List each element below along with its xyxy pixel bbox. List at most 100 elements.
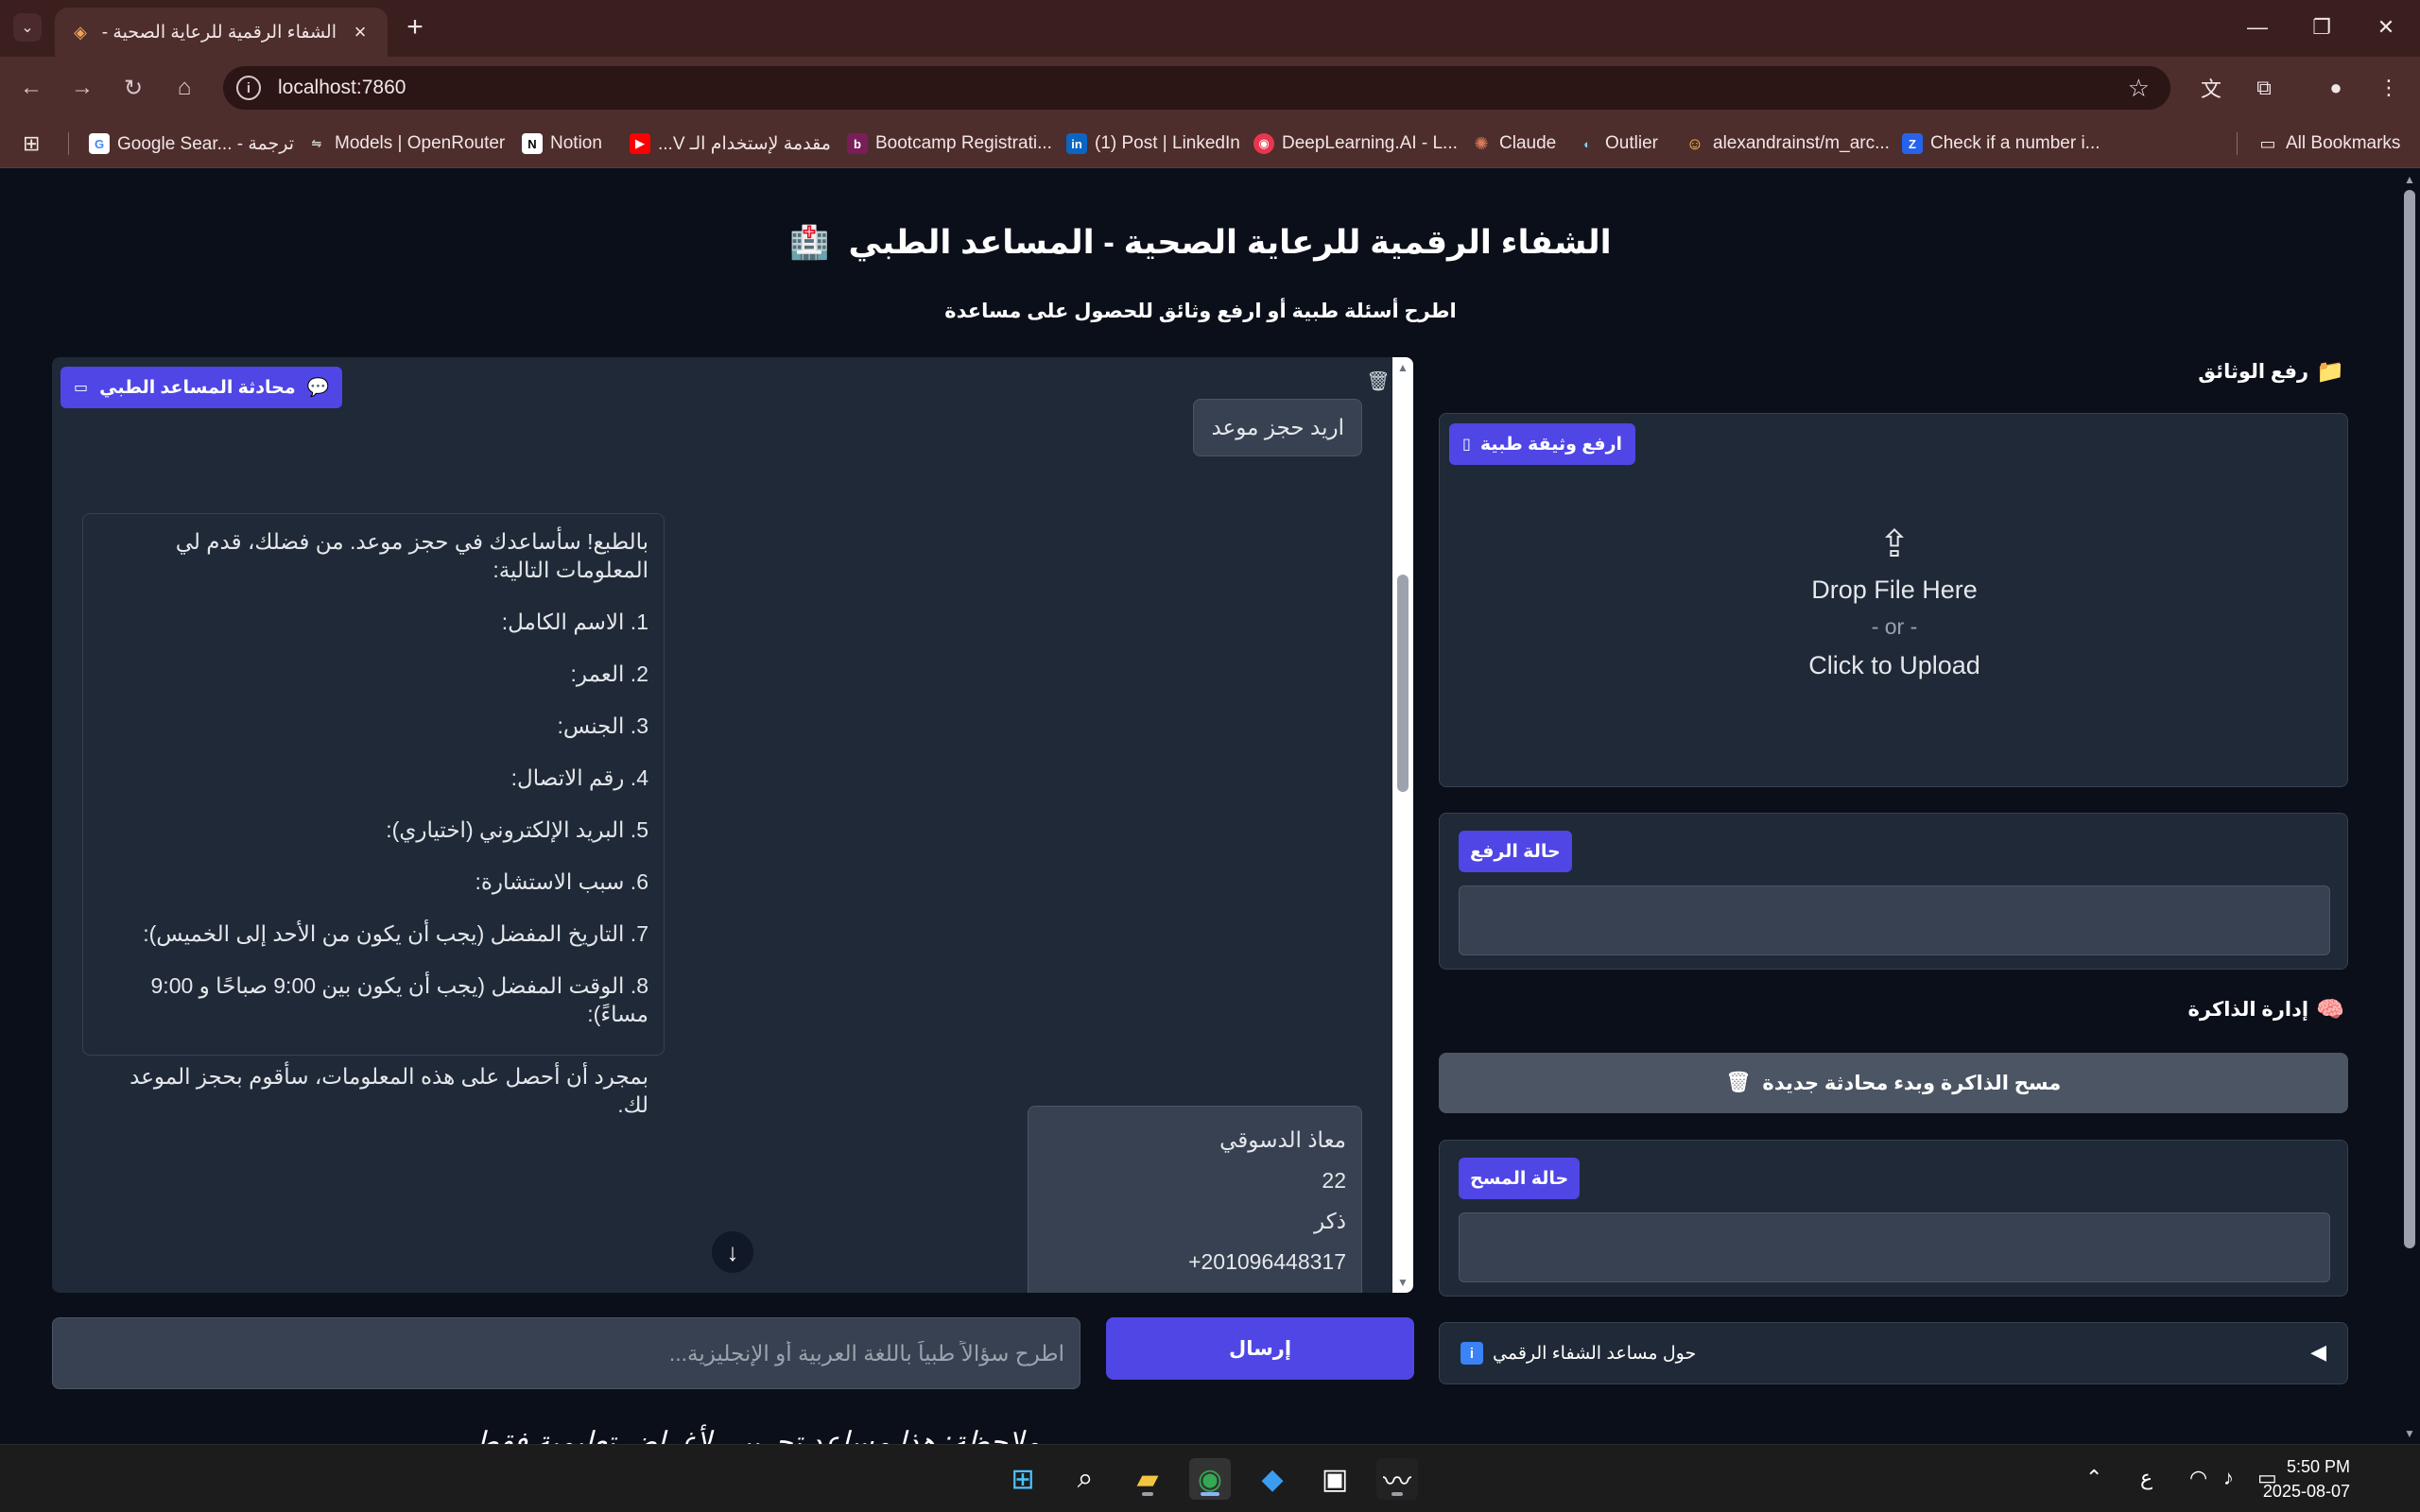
page-scroll-down-icon[interactable]: ▼ xyxy=(2403,1427,2416,1440)
deeplearning-icon: ◉ xyxy=(1253,133,1274,154)
minimize-window-button[interactable]: — xyxy=(2238,11,2276,43)
chat-message-input[interactable] xyxy=(52,1317,1080,1389)
upload-status-field[interactable] xyxy=(1459,885,2330,955)
new-tab-button[interactable]: + xyxy=(401,11,429,43)
bookmarks-divider xyxy=(68,132,69,155)
chrome-icon[interactable]: ◉ xyxy=(1189,1458,1231,1500)
user-message-line: ذكر xyxy=(1314,1209,1346,1233)
site-info-icon[interactable]: i xyxy=(236,76,261,100)
bot-message-outro: بمجرد أن أحصل على هذه المعلومات، سأقوم ب… xyxy=(130,1064,648,1117)
bot-list-item: 7. التاريخ المفضل (يجب أن يكون من الأحد … xyxy=(143,921,648,946)
about-accordion[interactable]: حول مساعد الشفاء الرقمي i ◀ xyxy=(1439,1322,2348,1384)
all-bookmarks-label: All Bookmarks xyxy=(2286,133,2401,153)
forward-arrow-icon[interactable]: → xyxy=(66,72,98,104)
upload-heading-text: رفع الوثائق xyxy=(2198,361,2309,383)
user-message-line: +201096448317 xyxy=(1188,1249,1346,1274)
volume-icon[interactable]: ♪ xyxy=(2223,1466,2234,1490)
bot-message: بالطبع! سأساعدك في حجز موعد. من فضلك، قد… xyxy=(82,513,665,1117)
extensions-icon[interactable]: ⧉ xyxy=(2248,72,2280,104)
or-separator: - or - xyxy=(1871,614,1918,639)
file-explorer-icon[interactable]: ▰ xyxy=(1127,1458,1168,1500)
check-icon: Z xyxy=(1902,133,1923,154)
page-scrollbar[interactable]: ▲ ▼ xyxy=(2399,169,2420,1444)
folder-icon: ▭ xyxy=(2259,133,2276,153)
scroll-up-arrow-icon[interactable]: ▲ xyxy=(1396,361,1409,374)
chatbot-label-text: محادثة المساعد الطبي xyxy=(99,377,296,398)
scroll-down-small-icon[interactable]: ▼ xyxy=(1396,1276,1409,1289)
bookmark-huggingface[interactable]: ☺ alexandrainst/m_arc... xyxy=(1685,130,1890,157)
bookmark-deeplearning[interactable]: ◉ DeepLearning.AI - L... xyxy=(1253,130,1458,157)
bookmark-star-icon[interactable]: ☆ xyxy=(2128,74,2150,103)
clear-status-box: حالة المسح xyxy=(1439,1140,2348,1297)
memory-section-heading: 🧠 إدارة الذاكرة xyxy=(2188,996,2344,1023)
bookmark-label: alexandrainst/m_arc... xyxy=(1713,133,1890,153)
bookmark-label: Google Sear... - ترجمة xyxy=(117,133,295,154)
bookmark-claude[interactable]: ✺ Claude xyxy=(1471,130,1556,157)
scroll-down-arrow-icon[interactable]: ↓ xyxy=(712,1231,753,1273)
tab-search-button[interactable]: ⌄ xyxy=(13,13,42,42)
bot-list-item: 3. الجنس: xyxy=(557,713,648,738)
bookmark-notion[interactable]: N Notion xyxy=(522,130,602,157)
bookmark-openrouter[interactable]: ⇋ Models | OpenRouter xyxy=(306,130,506,157)
tab-title: الشفاء الرقمية للرعاية الصحية - الـ xyxy=(102,22,337,43)
profile-avatar[interactable]: ● xyxy=(2320,72,2352,104)
home-icon[interactable]: ⌂ xyxy=(168,72,200,104)
bookmark-outlier[interactable]: ◐ Outlier xyxy=(1577,130,1658,157)
page-scroll-up-icon[interactable]: ▲ xyxy=(2403,173,2416,186)
upload-status-box: حالة الرفع xyxy=(1439,813,2348,970)
page-scrollbar-thumb[interactable] xyxy=(2404,190,2415,1248)
file-upload-dropzone[interactable]: ارفع وثيقة طبية ▯ ⇪ Drop File Here - or … xyxy=(1439,413,2348,787)
search-icon[interactable]: ⌕ xyxy=(1064,1458,1106,1500)
translate-icon[interactable]: 文 xyxy=(2195,72,2227,104)
chat-scrollbar-thumb[interactable] xyxy=(1397,575,1409,792)
notepad-app-icon[interactable]: 〰 xyxy=(1376,1458,1418,1500)
apps-grid-icon[interactable]: ⊞ xyxy=(23,130,40,157)
vscode-icon[interactable]: ◆ xyxy=(1252,1458,1293,1500)
address-bar[interactable]: i localhost:7860 ☆ xyxy=(223,66,2170,110)
close-window-button[interactable]: ✕ xyxy=(2367,11,2405,43)
tray-chevron-icon[interactable]: ⌃ xyxy=(2085,1466,2102,1490)
collapse-arrow-icon[interactable]: ◀ xyxy=(2310,1340,2326,1365)
document-icon: ▯ xyxy=(1462,437,1471,453)
claude-icon: ✺ xyxy=(1474,133,1489,153)
clear-memory-label: مسح الذاكرة وبدء محادثة جديدة xyxy=(1762,1072,2062,1094)
page-subtitle: اطرح أسئلة طبية أو ارفع وثائق للحصول على… xyxy=(944,301,1457,322)
all-bookmarks-folder[interactable]: ▭ All Bookmarks xyxy=(2257,130,2400,157)
bookmark-linkedin[interactable]: in (1) Post | LinkedIn xyxy=(1066,130,1240,157)
browser-menu-icon[interactable]: ⋮ xyxy=(2373,72,2405,104)
drop-file-text: Drop File Here xyxy=(1811,576,1978,604)
click-to-upload-text: Click to Upload xyxy=(1808,651,1980,679)
windows-start-icon[interactable]: ⊞ xyxy=(1002,1458,1044,1500)
user-message-line: 22 xyxy=(1322,1168,1346,1193)
app-cube-icon[interactable]: ▣ xyxy=(1314,1458,1356,1500)
language-indicator[interactable]: ع xyxy=(2140,1466,2152,1490)
bookmark-label: Check if a number i... xyxy=(1930,133,2100,153)
trash-icon: 🗑 xyxy=(1725,1072,1752,1093)
bot-list-item: 1. الاسم الكامل: xyxy=(501,610,648,634)
bookmark-youtube[interactable]: ▶ مقدمة لإستخدام الـ V... xyxy=(630,130,831,157)
bookmark-check-number[interactable]: Z Check if a number i... xyxy=(1902,130,2100,157)
back-arrow-icon[interactable]: ← xyxy=(15,72,47,104)
memory-heading-text: إدارة الذاكرة xyxy=(2187,999,2309,1021)
bookmark-google-translate[interactable]: G Google Sear... - ترجمة xyxy=(89,130,294,157)
bookmark-bootcamp[interactable]: b Bootcamp Registrati... xyxy=(847,130,1052,157)
system-clock[interactable]: 5:50 PM 2025-08-07 xyxy=(2263,1454,2350,1503)
gradio-favicon-icon: ◈ xyxy=(74,22,87,42)
user-message-line: معاذ الدسوقي xyxy=(1219,1127,1346,1152)
bot-message-intro: بالطبع! سأساعدك في حجز موعد. من فضلك، قد… xyxy=(175,529,648,582)
trash-icon[interactable]: 🗑 xyxy=(1364,367,1392,395)
reload-icon[interactable]: ↻ xyxy=(117,72,149,104)
clear-status-field[interactable] xyxy=(1459,1212,2330,1282)
send-button[interactable]: إرسال xyxy=(1106,1317,1414,1380)
wifi-icon[interactable]: ◠ xyxy=(2189,1466,2207,1490)
user-message: اريد حجز موعد xyxy=(1193,399,1362,456)
chat-scrollbar[interactable]: ▲ ▼ xyxy=(1392,357,1413,1293)
upload-label-text: ارفع وثيقة طبية xyxy=(1479,434,1623,455)
restore-window-button[interactable]: ❐ xyxy=(2303,11,2341,43)
browser-tab-active[interactable]: ◈ الشفاء الرقمية للرعاية الصحية - الـ × xyxy=(55,8,388,57)
clear-memory-button[interactable]: مسح الذاكرة وبدء محادثة جديدة 🗑 xyxy=(1439,1053,2348,1113)
bookmark-label: مقدمة لإستخدام الـ V... xyxy=(658,133,831,154)
upload-prompt: ⇪ Drop File Here - or - Click to Upload xyxy=(1440,523,2349,680)
windows-taskbar: ⊞ ⌕ ▰ ◉ ◆ ▣ 〰 ⌃ ع ◠ ♪ ▭ 5:50 PM 2025-08-… xyxy=(0,1444,2420,1512)
close-tab-icon[interactable]: × xyxy=(348,20,372,44)
